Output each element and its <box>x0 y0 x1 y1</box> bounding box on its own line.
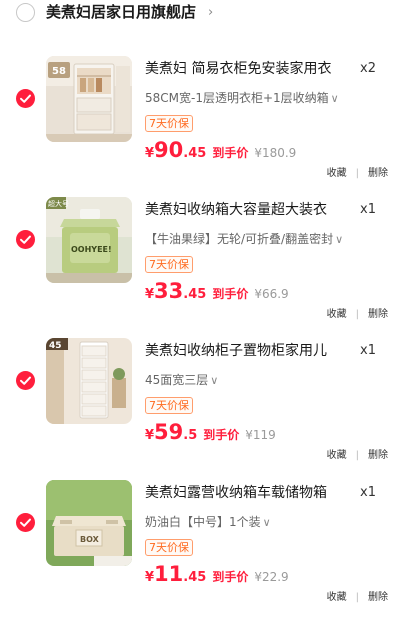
price-protect-badge: 7天价保 <box>145 115 193 132</box>
product-image-wardrobe[interactable]: 58 <box>46 56 132 142</box>
item-checkbox[interactable] <box>16 89 35 108</box>
chevron-down-icon: ∨ <box>330 92 339 105</box>
product-image-cabinet[interactable]: 45 <box>46 338 132 424</box>
deal-price-label: 到手价 <box>212 570 249 584</box>
image-label: 45 <box>49 341 62 351</box>
product-title[interactable]: 美煮妇收纳柜子置物柜家用儿 <box>145 342 350 360</box>
favorite-button[interactable]: 收藏 <box>327 592 347 603</box>
checkmark-icon <box>20 235 31 244</box>
checkmark-icon <box>20 376 31 385</box>
price-row: ¥11.45 到手价 ¥22.9 <box>145 562 289 586</box>
product-title[interactable]: 美煮妇露营收纳箱车载储物箱 <box>145 484 350 502</box>
divider: | <box>355 592 359 603</box>
chevron-down-icon: ∨ <box>262 516 271 529</box>
checkmark-icon <box>20 518 31 527</box>
spec-selector[interactable]: 45面宽三层 ∨ <box>145 372 218 389</box>
image-label: BOX <box>80 535 100 544</box>
delete-button[interactable]: 删除 <box>368 592 388 603</box>
spec-selector[interactable]: 【牛油果绿】无轮/可折叠/翻盖密封 ∨ <box>145 231 343 248</box>
item-checkbox[interactable] <box>16 513 35 532</box>
product-image-storage-box[interactable]: 超大号 OOHYEE! <box>46 197 132 283</box>
original-price: ¥22.9 <box>254 570 289 584</box>
spec-text: 【牛油果绿】无轮/可折叠/翻盖密封 <box>145 232 334 246</box>
quantity[interactable]: x2 <box>360 60 376 78</box>
spec-text: 45面宽三层 <box>145 373 209 387</box>
quantity[interactable]: x1 <box>360 484 376 502</box>
product-title[interactable]: 美煮妇 简易衣柜免安装家用衣 <box>145 60 350 78</box>
checkmark-icon <box>20 94 31 103</box>
product-title[interactable]: 美煮妇收纳箱大容量超大装衣 <box>145 201 350 219</box>
spec-selector[interactable]: 奶油白【中号】1个装 ∨ <box>145 514 271 531</box>
image-brand-text: OOHYEE! <box>71 245 112 254</box>
price-protect-badge: 7天价保 <box>145 256 193 273</box>
image-tag: 超大号 <box>48 199 69 208</box>
price-protect-badge: 7天价保 <box>145 397 193 414</box>
spec-text: 58CM宽-1层透明衣柜+1层收纳箱 <box>145 91 329 105</box>
cart-item: 58 美煮妇 简易衣柜免安装家用衣 x2 58CM宽-1层透明衣柜+1层收纳箱 ∨… <box>0 0 400 179</box>
price-integer: 11 <box>154 562 184 586</box>
cart-item: 45 美煮妇收纳柜子置物柜家用儿 x1 45面宽三层 ∨ 7天价保 ¥59.5 到手… <box>0 282 400 461</box>
spec-text: 奶油白【中号】1个装 <box>145 515 261 529</box>
image-label: 58 <box>52 66 66 77</box>
chevron-down-icon: ∨ <box>335 233 344 246</box>
item-checkbox[interactable] <box>16 230 35 249</box>
item-actions: 收藏 | 删除 <box>327 592 388 604</box>
item-checkbox[interactable] <box>16 371 35 390</box>
quantity[interactable]: x1 <box>360 342 376 360</box>
currency-symbol: ¥ <box>145 570 155 585</box>
chevron-down-icon: ∨ <box>210 374 219 387</box>
price-protect-badge: 7天价保 <box>145 539 193 556</box>
product-image-camping-box[interactable]: BOX <box>46 480 132 566</box>
quantity[interactable]: x1 <box>360 201 376 219</box>
price-decimal: .45 <box>183 570 207 585</box>
cart-item: BOX 美煮妇露营收纳箱车载储物箱 x1 奶油白【中号】1个装 ∨ 7天价保 ¥1… <box>0 424 400 603</box>
spec-selector[interactable]: 58CM宽-1层透明衣柜+1层收纳箱 ∨ <box>145 90 339 107</box>
cart-item: 超大号 OOHYEE! 美煮妇收纳箱大容量超大装衣 x1 【牛油果绿】无轮/可折… <box>0 141 400 320</box>
